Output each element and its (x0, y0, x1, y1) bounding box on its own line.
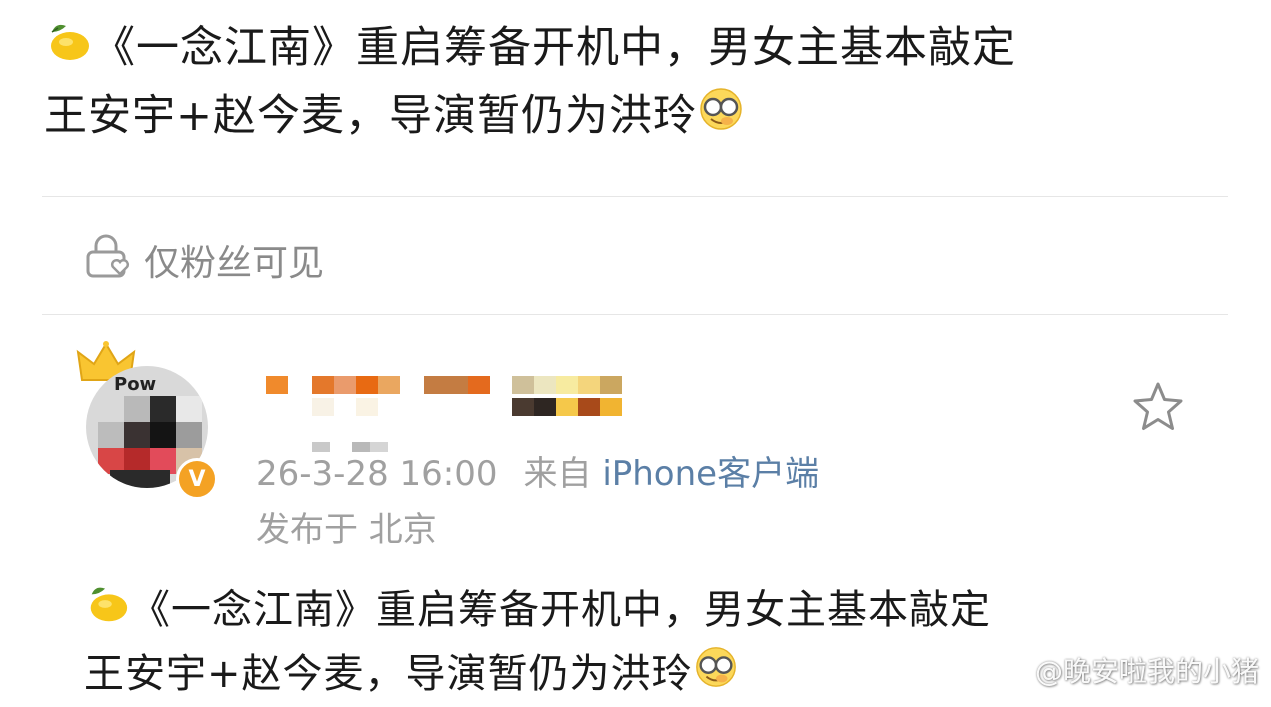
divider (42, 314, 1228, 315)
repost-text: 《一念江南》重启筹备开机中，男女主基本敲定 王安宇+赵今麦，导演暂仍为洪玲 (84, 580, 991, 707)
repost-text-line-1: 《一念江南》重启筹备开机中，男女主基本敲定 (84, 580, 991, 644)
post-text-line-2: 王安宇+赵今麦，导演暂仍为洪玲 (44, 84, 1016, 152)
source-prefix: 来自 (524, 454, 592, 494)
post-text-line-1: 《一念江南》重启筹备开机中，男女主基本敲定 (44, 16, 1016, 84)
username-pixelated[interactable] (266, 372, 646, 422)
lock-heart-icon (84, 232, 136, 289)
repost-text-line-2: 王安宇+赵今麦，导演暂仍为洪玲 (84, 644, 991, 707)
post-meta: 26-3-28 16:00 来自 iPhone客户端 (256, 446, 819, 495)
source-client-link[interactable]: iPhone客户端 (602, 454, 819, 494)
weibo-logo-icon (991, 651, 1031, 690)
visibility-label: 仅粉丝可见 (144, 234, 324, 286)
post-location: 发布于 北京 (256, 502, 437, 551)
post-text: 《一念江南》重启筹备开机中，男女主基本敲定 王安宇+赵今麦，导演暂仍为洪玲 (44, 16, 1016, 151)
lemon-icon (84, 581, 130, 644)
monocle-face-icon (693, 644, 739, 707)
watermark: @晚安啦我的小猪 (991, 650, 1259, 690)
lemon-icon (44, 18, 92, 84)
monocle-face-icon (697, 85, 745, 151)
verified-badge: V (176, 458, 218, 500)
favorite-star-icon[interactable] (1130, 380, 1186, 434)
post-time: 26-3-28 16:00 (256, 454, 498, 494)
divider (42, 196, 1228, 197)
visibility-indicator: 仅粉丝可见 (84, 232, 324, 288)
avatar[interactable]: Pow V (76, 340, 226, 500)
